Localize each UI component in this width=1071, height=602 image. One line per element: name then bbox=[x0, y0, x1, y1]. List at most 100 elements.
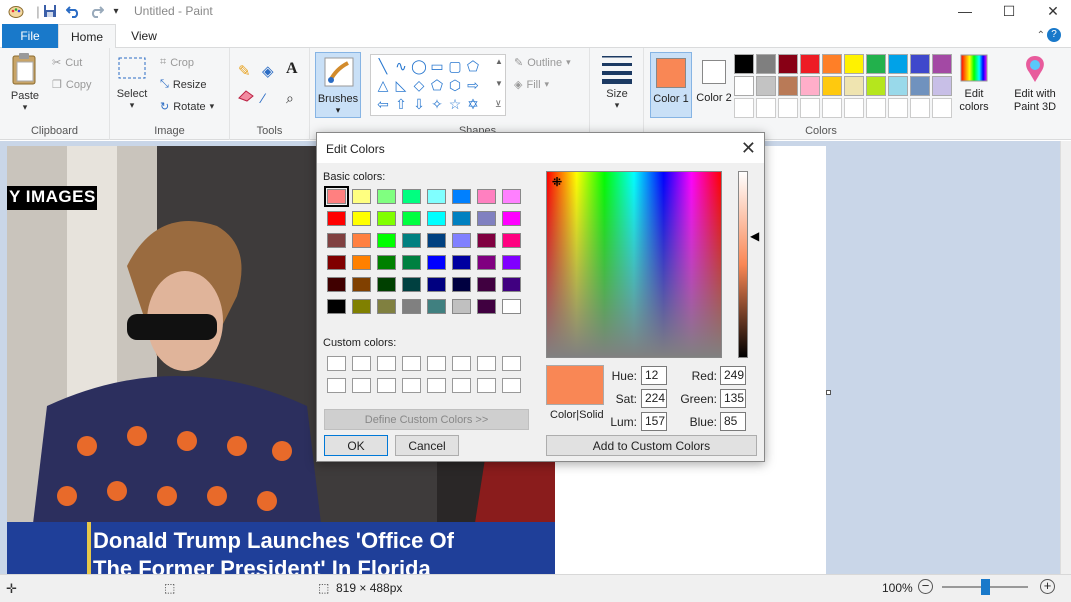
palette-color-swatch[interactable] bbox=[844, 76, 864, 96]
spectrum-crosshair-icon[interactable]: ⁜ bbox=[552, 176, 562, 188]
customize-quick-access-icon[interactable]: ▾ bbox=[108, 3, 124, 19]
palette-empty-swatch[interactable] bbox=[866, 98, 886, 118]
custom-color-swatch[interactable] bbox=[327, 378, 346, 393]
palette-color-swatch[interactable] bbox=[778, 76, 798, 96]
palette-color-swatch[interactable] bbox=[800, 76, 820, 96]
undo-icon[interactable] bbox=[65, 3, 81, 19]
palette-color-swatch[interactable] bbox=[822, 54, 842, 74]
outline-button[interactable]: ✎ Outline ▾ bbox=[514, 56, 571, 70]
basic-color-swatch[interactable] bbox=[352, 189, 371, 204]
oval-shape-icon[interactable]: ◯ bbox=[411, 58, 427, 74]
basic-color-swatch[interactable] bbox=[377, 299, 396, 314]
four-point-star-shape-icon[interactable]: ✧ bbox=[429, 96, 445, 112]
palette-empty-swatch[interactable] bbox=[756, 98, 776, 118]
tab-home[interactable]: Home bbox=[58, 24, 116, 49]
custom-color-swatch[interactable] bbox=[452, 378, 471, 393]
save-icon[interactable] bbox=[42, 3, 58, 19]
paste-button[interactable]: Paste ▾ bbox=[10, 52, 40, 113]
basic-color-swatch[interactable] bbox=[477, 233, 496, 248]
eraser-icon[interactable] bbox=[238, 90, 254, 102]
green-field[interactable]: 135 bbox=[720, 389, 746, 408]
palette-empty-swatch[interactable] bbox=[822, 98, 842, 118]
right-arrow-shape-icon[interactable]: ⇨ bbox=[465, 77, 481, 93]
shapes-gallery[interactable]: ╲ ∿ ◯ ▭ ▢ ⬠ △ ◺ ◇ ⬠ ⬡ ⇨ ⇦ ⇧ ⇩ ✧ ☆ ✡ ▲ ▼ … bbox=[370, 54, 506, 116]
brushes-button[interactable]: Brushes ▾ bbox=[315, 52, 361, 118]
basic-color-swatch[interactable] bbox=[427, 277, 446, 292]
polygon-shape-icon[interactable]: ⬠ bbox=[465, 58, 481, 74]
palette-color-swatch[interactable] bbox=[910, 76, 930, 96]
basic-color-swatch[interactable] bbox=[477, 299, 496, 314]
basic-color-swatch[interactable] bbox=[352, 211, 371, 226]
basic-color-swatch[interactable] bbox=[352, 255, 371, 270]
curve-shape-icon[interactable]: ∿ bbox=[393, 58, 409, 74]
ok-button[interactable]: OK bbox=[324, 435, 388, 456]
size-button[interactable]: Size ▾ bbox=[600, 52, 634, 111]
palette-color-swatch[interactable] bbox=[910, 54, 930, 74]
redo-icon[interactable] bbox=[88, 3, 104, 19]
color-picker-icon[interactable]: ⁄ bbox=[262, 90, 264, 106]
palette-empty-swatch[interactable] bbox=[778, 98, 798, 118]
edit-with-paint3d-button[interactable]: Edit with Paint 3D bbox=[1006, 54, 1064, 120]
custom-color-swatch[interactable] bbox=[427, 378, 446, 393]
rotate-button[interactable]: ↻ Rotate ▾ bbox=[160, 100, 214, 114]
shapes-scroll-down-icon[interactable]: ▼ bbox=[495, 79, 503, 88]
basic-color-swatch[interactable] bbox=[327, 277, 346, 292]
up-arrow-shape-icon[interactable]: ⇧ bbox=[393, 96, 409, 112]
tab-file[interactable]: File bbox=[2, 24, 58, 48]
crop-button[interactable]: ⌗ Crop bbox=[160, 56, 194, 69]
maximize-button[interactable]: ☐ bbox=[986, 0, 1032, 22]
copy-button[interactable]: ❐ Copy bbox=[52, 78, 92, 92]
custom-color-swatch[interactable] bbox=[352, 378, 371, 393]
define-custom-colors-button[interactable]: Define Custom Colors >> bbox=[324, 409, 529, 430]
custom-color-swatch[interactable] bbox=[352, 356, 371, 371]
zoom-in-button[interactable]: + bbox=[1040, 579, 1055, 594]
six-point-star-shape-icon[interactable]: ✡ bbox=[465, 96, 481, 112]
basic-color-swatch[interactable] bbox=[452, 233, 471, 248]
palette-color-swatch[interactable] bbox=[756, 76, 776, 96]
basic-color-swatch[interactable] bbox=[427, 233, 446, 248]
basic-color-swatch[interactable] bbox=[502, 277, 521, 292]
basic-color-swatch[interactable] bbox=[452, 299, 471, 314]
pentagon-shape-icon[interactable]: ⬠ bbox=[429, 77, 445, 93]
basic-color-swatch[interactable] bbox=[402, 299, 421, 314]
basic-color-swatch[interactable] bbox=[452, 255, 471, 270]
left-arrow-shape-icon[interactable]: ⇦ bbox=[375, 96, 391, 112]
triangle-shape-icon[interactable]: △ bbox=[375, 77, 391, 93]
palette-color-swatch[interactable] bbox=[734, 76, 754, 96]
basic-color-swatch[interactable] bbox=[502, 211, 521, 226]
palette-color-swatch[interactable] bbox=[932, 54, 952, 74]
basic-color-swatch[interactable] bbox=[377, 233, 396, 248]
color2-button[interactable]: Color 2 bbox=[696, 52, 732, 118]
basic-color-swatch[interactable] bbox=[377, 277, 396, 292]
close-window-button[interactable]: ✕ bbox=[1030, 0, 1071, 22]
palette-empty-swatch[interactable] bbox=[734, 98, 754, 118]
hexagon-shape-icon[interactable]: ⬡ bbox=[447, 77, 463, 93]
basic-color-swatch[interactable] bbox=[402, 255, 421, 270]
custom-color-swatch[interactable] bbox=[377, 356, 396, 371]
basic-color-swatch[interactable] bbox=[402, 189, 421, 204]
custom-color-swatch[interactable] bbox=[502, 378, 521, 393]
palette-empty-swatch[interactable] bbox=[888, 98, 908, 118]
custom-color-swatch[interactable] bbox=[502, 356, 521, 371]
custom-color-swatch[interactable] bbox=[402, 378, 421, 393]
basic-color-swatch[interactable] bbox=[452, 211, 471, 226]
basic-color-swatch[interactable] bbox=[502, 189, 521, 204]
custom-color-swatch[interactable] bbox=[327, 356, 346, 371]
luminance-slider[interactable] bbox=[738, 171, 748, 358]
rectangle-shape-icon[interactable]: ▭ bbox=[429, 58, 445, 74]
color1-button[interactable]: Color 1 bbox=[650, 52, 692, 118]
basic-color-swatch[interactable] bbox=[377, 211, 396, 226]
down-arrow-shape-icon[interactable]: ⇩ bbox=[411, 96, 427, 112]
basic-color-swatch[interactable] bbox=[327, 299, 346, 314]
fill-button[interactable]: ◈ Fill ▾ bbox=[514, 78, 549, 92]
fill-bucket-icon[interactable]: ◈ bbox=[262, 62, 274, 80]
basic-color-swatch[interactable] bbox=[327, 211, 346, 226]
line-shape-icon[interactable]: ╲ bbox=[375, 58, 391, 74]
hue-field[interactable]: 12 bbox=[641, 366, 667, 385]
basic-color-swatch[interactable] bbox=[324, 186, 349, 207]
magnifier-icon[interactable]: ⌕ bbox=[286, 90, 294, 107]
palette-empty-swatch[interactable] bbox=[800, 98, 820, 118]
basic-color-swatch[interactable] bbox=[427, 299, 446, 314]
palette-color-swatch[interactable] bbox=[822, 76, 842, 96]
basic-color-swatch[interactable] bbox=[502, 233, 521, 248]
